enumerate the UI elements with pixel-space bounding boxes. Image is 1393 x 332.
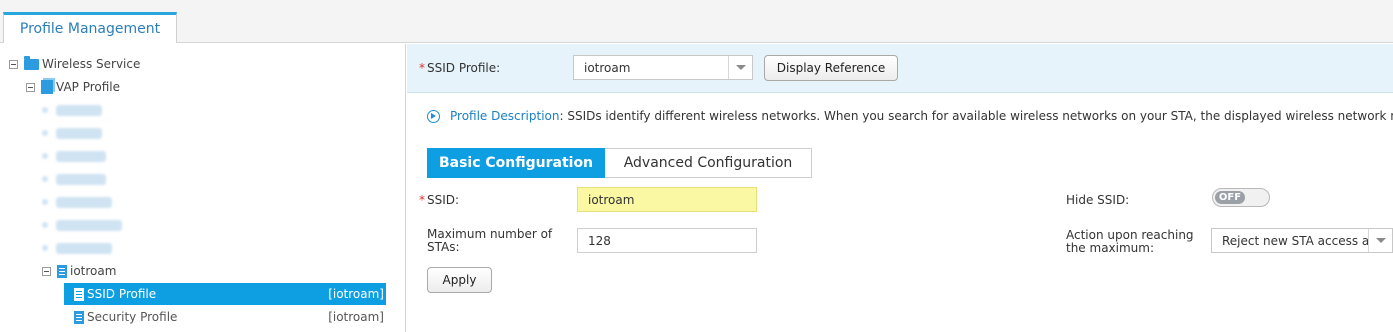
profile-doc-icon [74, 310, 84, 324]
tree-node-ref: [iotroam] [328, 310, 384, 324]
redacted-tree-node[interactable] [42, 171, 106, 187]
max-action-label: Action upon reaching the maximum: [1066, 228, 1194, 255]
tree-node-label: VAP Profile [56, 80, 121, 94]
tab-profile-management[interactable]: Profile Management [3, 12, 177, 43]
redacted-tree-node[interactable] [42, 125, 102, 141]
max-action-select[interactable]: Reject new STA access a [1211, 228, 1393, 253]
profile-tree: Wireless Service VAP Profile iotroam SSI… [0, 44, 406, 332]
max-sta-input[interactable]: 128 [577, 228, 757, 253]
display-reference-button[interactable]: Display Reference [764, 55, 898, 81]
top-tab-strip: Profile Management [0, 0, 1393, 43]
tab-basic-configuration[interactable]: Basic Configuration [427, 148, 605, 178]
ssid-profile-select[interactable]: iotroam [573, 55, 753, 80]
ssid-profile-bar: * SSID Profile: iotroam Display Reference [407, 44, 1393, 93]
tree-node-ref: [iotroam] [328, 287, 384, 301]
collapse-toggle-icon[interactable] [9, 59, 18, 69]
tree-node-ssid-profile-selected[interactable]: SSID Profile [iotroam] [64, 283, 386, 305]
collapse-toggle-icon[interactable] [42, 266, 51, 276]
profile-doc-icon [74, 287, 84, 301]
tree-node-label: Wireless Service [42, 57, 141, 71]
play-circle-icon[interactable] [427, 110, 440, 123]
chevron-down-icon[interactable] [1368, 229, 1392, 252]
tree-node-iotroam[interactable]: iotroam [42, 261, 116, 281]
ssid-profile-label: * SSID Profile: [419, 61, 501, 75]
max-action-select-value: Reject new STA access a [1222, 233, 1370, 248]
profile-description: Profile Description: SSIDs identify diff… [450, 109, 1393, 123]
redacted-tree-node[interactable] [42, 194, 112, 210]
hide-ssid-label: Hide SSID: [1066, 193, 1130, 207]
content-panel: * SSID Profile: iotroam Display Reference… [407, 44, 1393, 332]
toggle-state: OFF [1215, 191, 1245, 204]
redacted-tree-node[interactable] [42, 240, 112, 256]
ssid-input[interactable]: iotroam [577, 187, 757, 212]
redacted-tree-node[interactable] [42, 102, 102, 118]
tree-node-label: Security Profile [87, 310, 178, 324]
folder-icon [24, 55, 39, 70]
collapse-toggle-icon[interactable] [26, 82, 35, 92]
ssid-profile-select-value: iotroam [584, 60, 631, 75]
tab-advanced-configuration[interactable]: Advanced Configuration [605, 148, 812, 178]
max-sta-label: Maximum number of STAs: [427, 227, 553, 254]
config-tabs: Basic Configuration Advanced Configurati… [427, 148, 812, 178]
tree-node-wireless-service[interactable]: Wireless Service [9, 54, 140, 74]
tree-node-label: SSID Profile [87, 287, 157, 301]
tree-node-label: iotroam [70, 264, 117, 278]
redacted-tree-node[interactable] [42, 148, 106, 164]
tree-node-security-profile[interactable]: Security Profile [iotroam] [64, 306, 386, 328]
chevron-down-icon[interactable] [728, 56, 752, 79]
profile-doc-icon [57, 264, 67, 278]
apply-button[interactable]: Apply [427, 267, 492, 293]
tree-node-vap-profile[interactable]: VAP Profile [26, 77, 120, 97]
ssid-label: * SSID: [419, 193, 460, 207]
redacted-tree-node[interactable] [42, 217, 122, 233]
profile-stack-icon [41, 80, 53, 94]
hide-ssid-toggle[interactable]: OFF [1212, 188, 1270, 207]
